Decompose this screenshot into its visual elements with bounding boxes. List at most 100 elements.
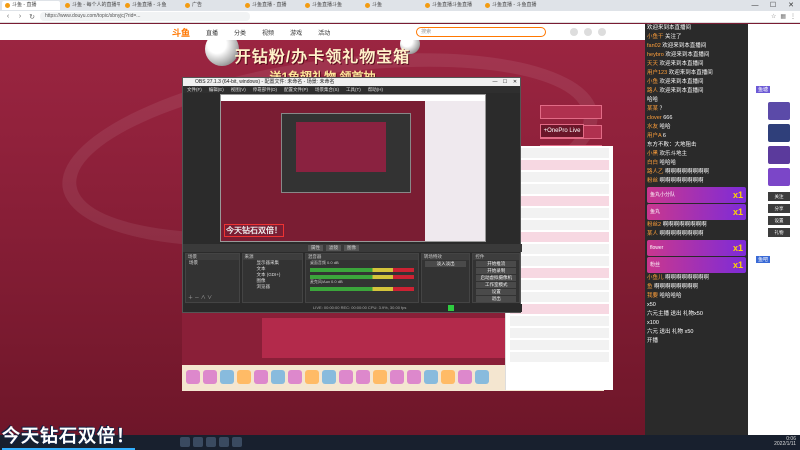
nav-link[interactable]: 游戏: [290, 28, 302, 37]
chat-username[interactable]: 用户123: [647, 70, 667, 76]
chat-username[interactable]: 鱼: [647, 284, 653, 290]
browser-tab[interactable]: 斗鱼直播 - 斗鱼直播: [482, 1, 540, 10]
chat-username[interactable]: 小鱼儿: [647, 275, 664, 281]
minimize-button[interactable]: —: [746, 0, 764, 11]
chat-username[interactable]: 小鱼: [647, 79, 658, 85]
gift-icon[interactable]: [407, 370, 421, 384]
gift-icon[interactable]: [186, 370, 200, 384]
gift-icon[interactable]: [424, 370, 438, 384]
nav-link[interactable]: 直播: [206, 28, 218, 37]
settings-button[interactable]: 设置: [476, 289, 516, 295]
chat-username[interactable]: 路人乙: [647, 169, 664, 175]
search-icon[interactable]: [193, 437, 203, 447]
sidebar-card-icon[interactable]: [768, 124, 790, 142]
sidebar-card-icon[interactable]: [768, 146, 790, 164]
history-icon[interactable]: [570, 28, 579, 36]
menu-icon[interactable]: ⋮: [790, 13, 796, 20]
browser-tab[interactable]: 广告: [182, 1, 240, 10]
gift-icon[interactable]: [356, 370, 370, 384]
close-button[interactable]: ✕: [782, 0, 800, 11]
chat-username[interactable]: heybro: [647, 52, 664, 58]
forward-icon[interactable]: ›: [16, 13, 24, 20]
gift-icon[interactable]: [390, 370, 404, 384]
browser-tab[interactable]: 斗鱼直播 - 斗鱼: [122, 1, 180, 10]
gift-icon[interactable]: [373, 370, 387, 384]
extensions-icon[interactable]: ▦: [780, 13, 786, 20]
download-icon[interactable]: [584, 28, 593, 36]
obs-preview[interactable]: 今天钻石双倍！: [220, 94, 486, 242]
browser-tab[interactable]: 斗鱼直播斗鱼: [302, 1, 360, 10]
menu-item[interactable]: 场景集合(S): [315, 86, 339, 93]
chat-username[interactable]: 天天: [647, 61, 658, 67]
gift-icon[interactable]: [441, 370, 455, 384]
obs-icon[interactable]: [232, 437, 242, 447]
gift-icon[interactable]: [203, 370, 217, 384]
explorer-icon[interactable]: [219, 437, 229, 447]
back-icon[interactable]: ‹: [4, 13, 12, 20]
sidebar-button[interactable]: 设置: [768, 216, 790, 225]
chat-username[interactable]: 某人: [647, 231, 658, 237]
browser-icon[interactable]: [206, 437, 216, 447]
reload-icon[interactable]: ↻: [28, 13, 36, 21]
gift-icon[interactable]: [339, 370, 353, 384]
browser-tab[interactable]: 斗鱼直播斗鱼直播: [422, 1, 480, 10]
chat-username[interactable]: 我要: [647, 293, 658, 299]
nav-link[interactable]: 活动: [318, 28, 330, 37]
menu-item[interactable]: 文件(F): [187, 86, 202, 93]
avatar[interactable]: [598, 28, 607, 36]
promo-button[interactable]: +OnePro Live: [540, 124, 584, 138]
chat-username[interactable]: 小鱼干: [647, 34, 664, 40]
close-button[interactable]: ✕: [510, 78, 520, 86]
image-button[interactable]: 图像: [344, 245, 359, 251]
gift-icon[interactable]: [237, 370, 251, 384]
sidebar-button[interactable]: 礼物: [768, 228, 790, 237]
star-icon[interactable]: ☆: [771, 13, 776, 20]
maximize-button[interactable]: ☐: [764, 0, 782, 11]
sidebar-button[interactable]: 分享: [768, 204, 790, 213]
start-icon[interactable]: [180, 437, 190, 447]
sidebar-card-icon[interactable]: [768, 102, 790, 120]
gift-icon[interactable]: [271, 370, 285, 384]
exit-button[interactable]: 退出: [476, 296, 516, 302]
gift-icon[interactable]: [305, 370, 319, 384]
menu-item[interactable]: 帮助(H): [368, 86, 383, 93]
dock-footer-buttons[interactable]: ＋ － ∧ ∨: [188, 294, 212, 301]
menu-item[interactable]: 编辑(E): [209, 86, 224, 93]
chat-username[interactable]: 白白: [647, 160, 658, 166]
chat-username[interactable]: 粉丝: [647, 178, 658, 184]
scene-item[interactable]: 场景: [186, 260, 239, 266]
url-input[interactable]: https://www.douyu.com/topic/sbnyjcj?rid=…: [40, 12, 250, 21]
browser-tab[interactable]: 斗鱼 - 每个人的直播平台: [62, 1, 120, 10]
gift-icon[interactable]: [254, 370, 268, 384]
menu-item[interactable]: 视图(V): [231, 86, 246, 93]
chat-username[interactable]: 路人: [647, 88, 658, 94]
start-recording-button[interactable]: 开始录制: [476, 268, 516, 274]
gift-icon[interactable]: [322, 370, 336, 384]
properties-button[interactable]: 属性: [308, 245, 323, 251]
virtual-camera-button[interactable]: 启动虚拟摄像机: [476, 275, 516, 281]
start-streaming-button[interactable]: 开始推流: [476, 261, 516, 267]
chat-username[interactable]: 粉丝2: [647, 222, 661, 228]
nav-link[interactable]: 视频: [262, 28, 274, 37]
menu-item[interactable]: 停靠部件(D): [253, 86, 277, 93]
site-logo[interactable]: 斗鱼: [172, 26, 190, 39]
maximize-button[interactable]: ☐: [500, 78, 510, 86]
gift-icon[interactable]: [220, 370, 234, 384]
browser-tab[interactable]: 斗鱼直播 - 直播: [242, 1, 300, 10]
chat-username[interactable]: 用户A: [647, 133, 661, 139]
sidebar-card-icon[interactable]: [768, 168, 790, 186]
site-search-input[interactable]: 搜索: [416, 27, 547, 37]
gift-icon[interactable]: [475, 370, 489, 384]
browser-tab[interactable]: 斗鱼: [362, 1, 420, 10]
menu-item[interactable]: 配置文件(P): [284, 86, 308, 93]
menu-item[interactable]: 工具(T): [346, 86, 361, 93]
browser-tab[interactable]: 斗鱼 - 直播: [2, 1, 60, 10]
nav-link[interactable]: 分类: [234, 28, 246, 37]
gift-icon[interactable]: [288, 370, 302, 384]
chat-username[interactable]: clover: [647, 115, 662, 121]
gift-icon[interactable]: [458, 370, 472, 384]
promo-button[interactable]: [540, 105, 602, 119]
transition-select[interactable]: 淡入淡出: [424, 261, 467, 267]
filters-button[interactable]: 滤镜: [326, 245, 341, 251]
source-item[interactable]: 浏览器: [243, 284, 302, 290]
